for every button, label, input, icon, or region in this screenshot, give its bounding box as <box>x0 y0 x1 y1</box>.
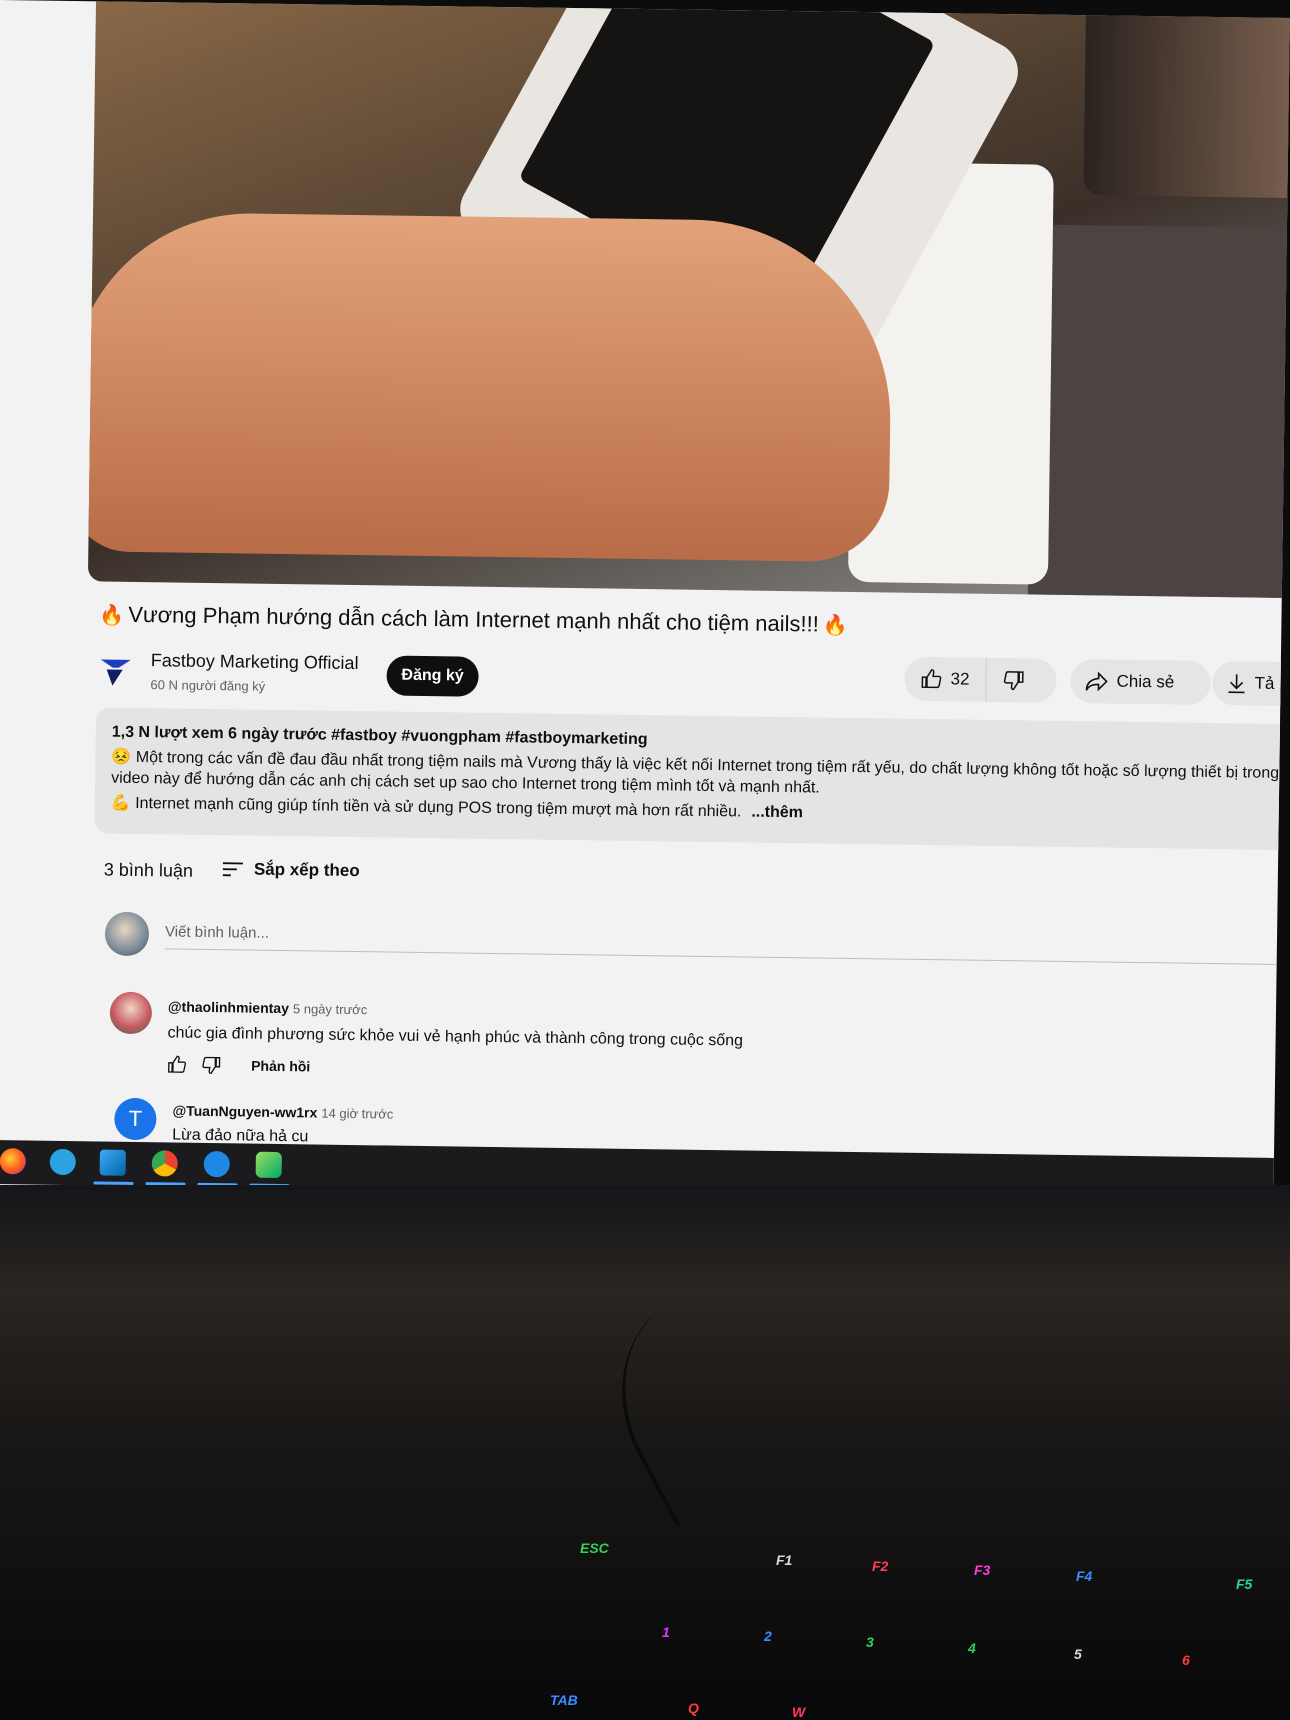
channel-logo-icon[interactable] <box>100 655 131 686</box>
keyboard-key: F4 <box>1076 1568 1093 1584</box>
comment-time: 14 giờ trước <box>321 1105 394 1122</box>
description-line-last: 💪 Internet mạnh cũng giúp tính tiền và s… <box>111 793 803 823</box>
channel-name[interactable]: Fastboy Marketing Official <box>151 650 359 674</box>
download-button[interactable]: Tả <box>1212 660 1290 707</box>
fire-icon: 🔥 <box>99 604 125 627</box>
comment-author-name[interactable]: @TuanNguyen-ww1rx <box>172 1103 317 1121</box>
thumbs-down-icon <box>1003 671 1024 691</box>
avatar <box>104 911 150 957</box>
share-button[interactable]: Chia sẻ <box>1070 659 1211 705</box>
comment-author[interactable]: @TuanNguyen-ww1rx 14 giờ trước <box>172 1103 393 1122</box>
like-dislike-group: 32 <box>904 656 1057 703</box>
sort-icon <box>222 862 243 877</box>
keyboard-key: 5 <box>1074 1646 1082 1662</box>
keyboard-key: F2 <box>872 1558 889 1574</box>
show-more-link[interactable]: ...thêm <box>751 804 803 822</box>
share-icon <box>1085 671 1108 692</box>
thumbs-down-icon[interactable] <box>201 1055 221 1075</box>
keyboard-key: 6 <box>1182 1652 1190 1668</box>
comment-author-name[interactable]: @thaolinhmientay <box>168 998 289 1016</box>
monitor-screen: 🔥 Vương Phạm hướng dẫn cách làm Internet … <box>0 0 1290 1203</box>
messenger-icon[interactable] <box>203 1150 230 1178</box>
keyboard-key: 1 <box>662 1624 670 1640</box>
channel-subscribers: 60 N người đăng ký <box>150 677 266 694</box>
comment-count: 3 bình luận <box>103 859 194 881</box>
comment-author[interactable]: @thaolinhmientay 5 ngày trước <box>168 998 368 1017</box>
fire-icon: 🔥 <box>822 614 848 637</box>
video-floor <box>1027 224 1290 599</box>
keyboard-key: ESC <box>580 1540 609 1556</box>
comment-text: chúc gia đình phương sức khỏe vui vẻ hạn… <box>167 1024 744 1050</box>
comment-time: 5 ngày trước <box>292 1001 368 1018</box>
sort-comments-button[interactable]: Sắp xếp theo <box>222 859 360 881</box>
subscribe-button[interactable]: Đăng ký <box>386 655 479 697</box>
keyboard-key: Q <box>688 1700 699 1716</box>
download-label: Tả <box>1254 673 1275 693</box>
keyboard-key: F3 <box>974 1562 991 1578</box>
keyboard-key: W <box>792 1704 806 1720</box>
like-button[interactable]: 32 <box>904 656 987 702</box>
comment-avatar[interactable] <box>109 991 153 1035</box>
video-player[interactable] <box>87 0 1290 599</box>
video-title: 🔥 Vương Phạm hướng dẫn cách làm Internet … <box>95 601 852 638</box>
vscode-icon[interactable] <box>99 1149 126 1176</box>
dislike-button[interactable] <box>986 658 1041 703</box>
keyboard-key: 4 <box>968 1640 976 1656</box>
app-icon[interactable] <box>255 1151 282 1179</box>
firefox-icon[interactable] <box>0 1148 26 1175</box>
like-count: 32 <box>950 669 970 689</box>
comment-actions: Phản hồi <box>167 1054 310 1076</box>
thumbs-up-icon <box>921 669 942 689</box>
telegram-icon[interactable] <box>49 1148 76 1176</box>
thumbs-up-icon[interactable] <box>167 1054 187 1074</box>
description-meta: 1,3 N lượt xem 6 ngày trước #fastboy #vu… <box>111 723 648 749</box>
reply-button[interactable]: Phản hồi <box>251 1058 310 1075</box>
chrome-icon[interactable] <box>151 1150 178 1177</box>
keyboard-key: TAB <box>550 1692 578 1708</box>
keyboard-key: 2 <box>764 1628 772 1644</box>
video-monitor <box>1083 0 1290 199</box>
sort-label: Sắp xếp theo <box>253 859 360 881</box>
keyboard-key: 3 <box>866 1634 874 1650</box>
download-icon <box>1228 674 1245 694</box>
description-text: 💪 Internet mạnh cũng giúp tính tiền và s… <box>110 794 742 821</box>
video-title-text: Vương Phạm hướng dẫn cách làm Internet m… <box>128 601 820 637</box>
comment-avatar[interactable]: T <box>114 1097 157 1141</box>
keyboard-key: F1 <box>776 1552 793 1568</box>
description-box[interactable]: 1,3 N lượt xem 6 ngày trước #fastboy #vu… <box>94 707 1290 851</box>
keyboard-key: F5 <box>1236 1576 1253 1592</box>
share-label: Chia sẻ <box>1116 671 1175 692</box>
video-hand <box>87 211 893 563</box>
comment-input[interactable] <box>164 914 1290 966</box>
